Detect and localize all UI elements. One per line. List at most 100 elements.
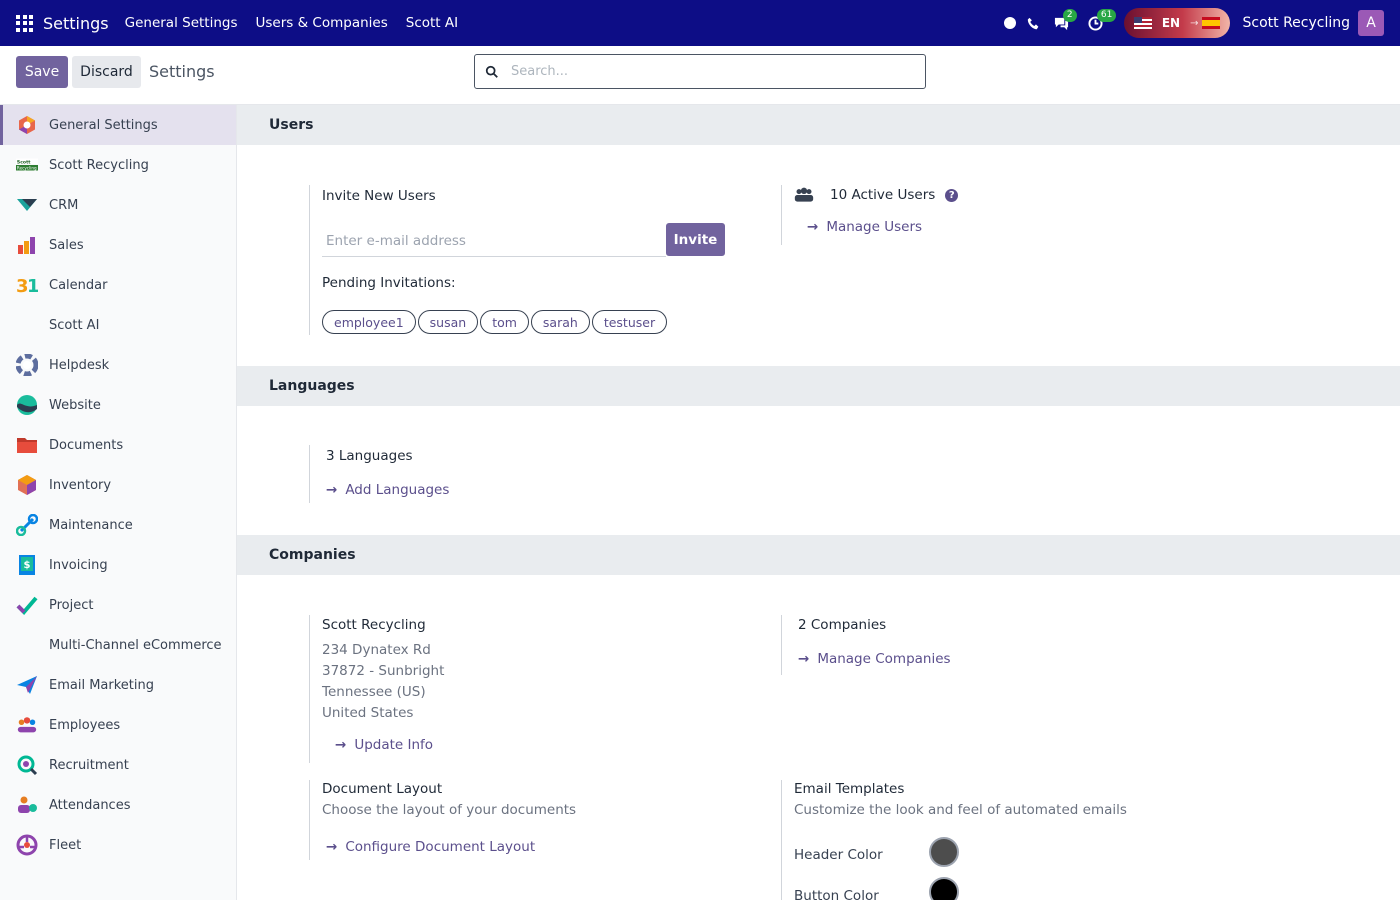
nav-users-companies[interactable]: Users & Companies (256, 15, 388, 31)
sidebar-item-label: Helpdesk (49, 357, 110, 373)
sidebar-item-sales[interactable]: Sales (0, 225, 236, 265)
sidebar-item-fleet[interactable]: Fleet (0, 825, 236, 865)
page-title: Settings (149, 62, 215, 81)
company-name: Scott Recycling (322, 617, 426, 633)
discard-button[interactable]: Discard (72, 56, 141, 88)
nav-scott-ai[interactable]: Scott AI (406, 15, 458, 31)
fleet-icon (16, 834, 38, 856)
sidebar-item-scott-ai[interactable]: Scott AI (0, 305, 236, 345)
sidebar-item-label: Invoicing (49, 557, 108, 573)
address-line: Tennessee (US) (322, 684, 426, 700)
add-languages-link[interactable]: → Add Languages (326, 482, 449, 498)
sidebar-item-label: General Settings (49, 117, 158, 133)
sidebar-item-maintenance[interactable]: Maintenance (0, 505, 236, 545)
invite-email-input[interactable] (322, 225, 666, 257)
search-icon (485, 65, 498, 78)
sidebar-item-label: Email Marketing (49, 677, 154, 693)
arrow-right-icon: → (798, 651, 810, 667)
sidebar-item-project[interactable]: Project (0, 585, 236, 625)
sidebar-item-documents[interactable]: Documents (0, 425, 236, 465)
add-languages-label: Add Languages (345, 482, 450, 498)
address-line: United States (322, 705, 414, 721)
settings-content: Users Invite New Users Invite Pending In… (237, 105, 1400, 900)
pending-invitation-tag[interactable]: employee1 (322, 310, 416, 334)
sales-icon (16, 234, 38, 256)
users-section-heading: Users (237, 105, 1400, 145)
button-color-swatch[interactable] (929, 877, 959, 900)
help-question-icon[interactable]: ? (945, 188, 959, 202)
sidebar-item-multi-channel-ecommerce[interactable]: Multi-Channel eCommerce (0, 625, 236, 665)
sidebar-item-attendances[interactable]: Attendances (0, 785, 236, 825)
calendar-icon: 31 (16, 274, 38, 296)
sidebar-item-inventory[interactable]: Inventory (0, 465, 236, 505)
sidebar-item-helpdesk[interactable]: Helpdesk (0, 345, 236, 385)
svg-text:Recycling: Recycling (17, 166, 37, 171)
sidebar-item-label: Inventory (49, 477, 112, 493)
pending-invitation-tag[interactable]: sarah (530, 310, 590, 334)
users-group-icon (794, 187, 814, 202)
sidebar-item-crm[interactable]: CRM (0, 185, 236, 225)
configure-document-layout-link[interactable]: → Configure Document Layout (326, 839, 535, 855)
arrow-right-icon: → (335, 737, 347, 753)
arrow-right-icon: → (807, 219, 819, 235)
company-address: 234 Dynatex Rd 37872 - Sunbright Tenness… (322, 640, 444, 724)
invite-users-title: Invite New Users (322, 188, 436, 204)
sidebar-item-invoicing[interactable]: $ Invoicing (0, 545, 236, 585)
activities-count-badge: 61 (1096, 9, 1117, 22)
email-marketing-icon (16, 674, 38, 696)
activities-clock-icon[interactable]: 61 (1086, 9, 1117, 33)
language-switcher[interactable]: EN → (1123, 8, 1231, 38)
address-line: 234 Dynatex Rd (322, 642, 431, 658)
sidebar-item-calendar[interactable]: 31 Calendar (0, 265, 236, 305)
helpdesk-icon (16, 354, 38, 376)
sidebar-item-label: Sales (49, 237, 84, 253)
sidebar-item-website[interactable]: Website (0, 385, 236, 425)
company-switcher[interactable]: Scott Recycling (1242, 15, 1350, 31)
sidebar-item-scott-recycling[interactable]: Scott Recycling Scott Recycling (0, 145, 236, 185)
svg-text:$: $ (24, 560, 31, 571)
sidebar-item-recruitment[interactable]: Recruitment (0, 745, 236, 785)
pending-invitation-tag[interactable]: susan (417, 310, 479, 334)
save-button[interactable]: Save (16, 56, 68, 88)
divider (781, 780, 782, 900)
divider (309, 780, 310, 860)
manage-companies-link[interactable]: → Manage Companies (798, 651, 951, 667)
divider (309, 185, 310, 335)
language-code: EN (1161, 16, 1181, 30)
manage-users-label: Manage Users (826, 219, 923, 235)
languages-section-heading: Languages (237, 366, 1400, 406)
update-info-link[interactable]: → Update Info (335, 737, 433, 753)
user-avatar[interactable]: A (1358, 10, 1384, 36)
pending-invitation-tag[interactable]: tom (480, 310, 529, 334)
sidebar-item-general-settings[interactable]: General Settings (0, 105, 236, 145)
nav-general-settings[interactable]: General Settings (125, 15, 238, 31)
sidebar-item-email-marketing[interactable]: Email Marketing (0, 665, 236, 705)
companies-count: 2 Companies (798, 617, 887, 633)
sidebar-item-employees[interactable]: Employees (0, 705, 236, 745)
sidebar-item-label: Scott Recycling (49, 157, 149, 173)
svg-text:1: 1 (27, 276, 38, 295)
invite-button[interactable]: Invite (666, 223, 725, 256)
document-layout-description: Choose the layout of your documents (322, 802, 577, 818)
invoicing-icon: $ (16, 554, 38, 576)
search-box[interactable] (474, 54, 926, 89)
status-dot-icon[interactable] (1000, 13, 1020, 33)
messages-icon[interactable]: 2 (1052, 9, 1077, 33)
manage-companies-label: Manage Companies (817, 651, 951, 667)
divider (309, 615, 310, 763)
phone-icon[interactable] (1024, 13, 1044, 33)
app-brand[interactable]: Settings (43, 14, 109, 33)
scott-recycling-logo: Scott Recycling (16, 154, 38, 176)
pending-invitations-title: Pending Invitations: (322, 275, 456, 291)
document-layout-title: Document Layout (322, 781, 443, 797)
pending-invitations-list: employee1 susan tom sarah testuser (322, 310, 669, 334)
apps-menu-icon[interactable] (16, 14, 33, 32)
header-color-swatch[interactable] (929, 837, 959, 867)
pending-invitation-tag[interactable]: testuser (591, 310, 668, 334)
top-navbar: Settings General Settings Users & Compan… (0, 0, 1400, 46)
button-color-label: Button Color (794, 888, 879, 900)
configure-document-layout-label: Configure Document Layout (345, 839, 536, 855)
manage-users-link[interactable]: → Manage Users (807, 219, 922, 235)
messages-count-badge: 2 (1062, 9, 1077, 22)
search-input[interactable] (511, 64, 891, 79)
